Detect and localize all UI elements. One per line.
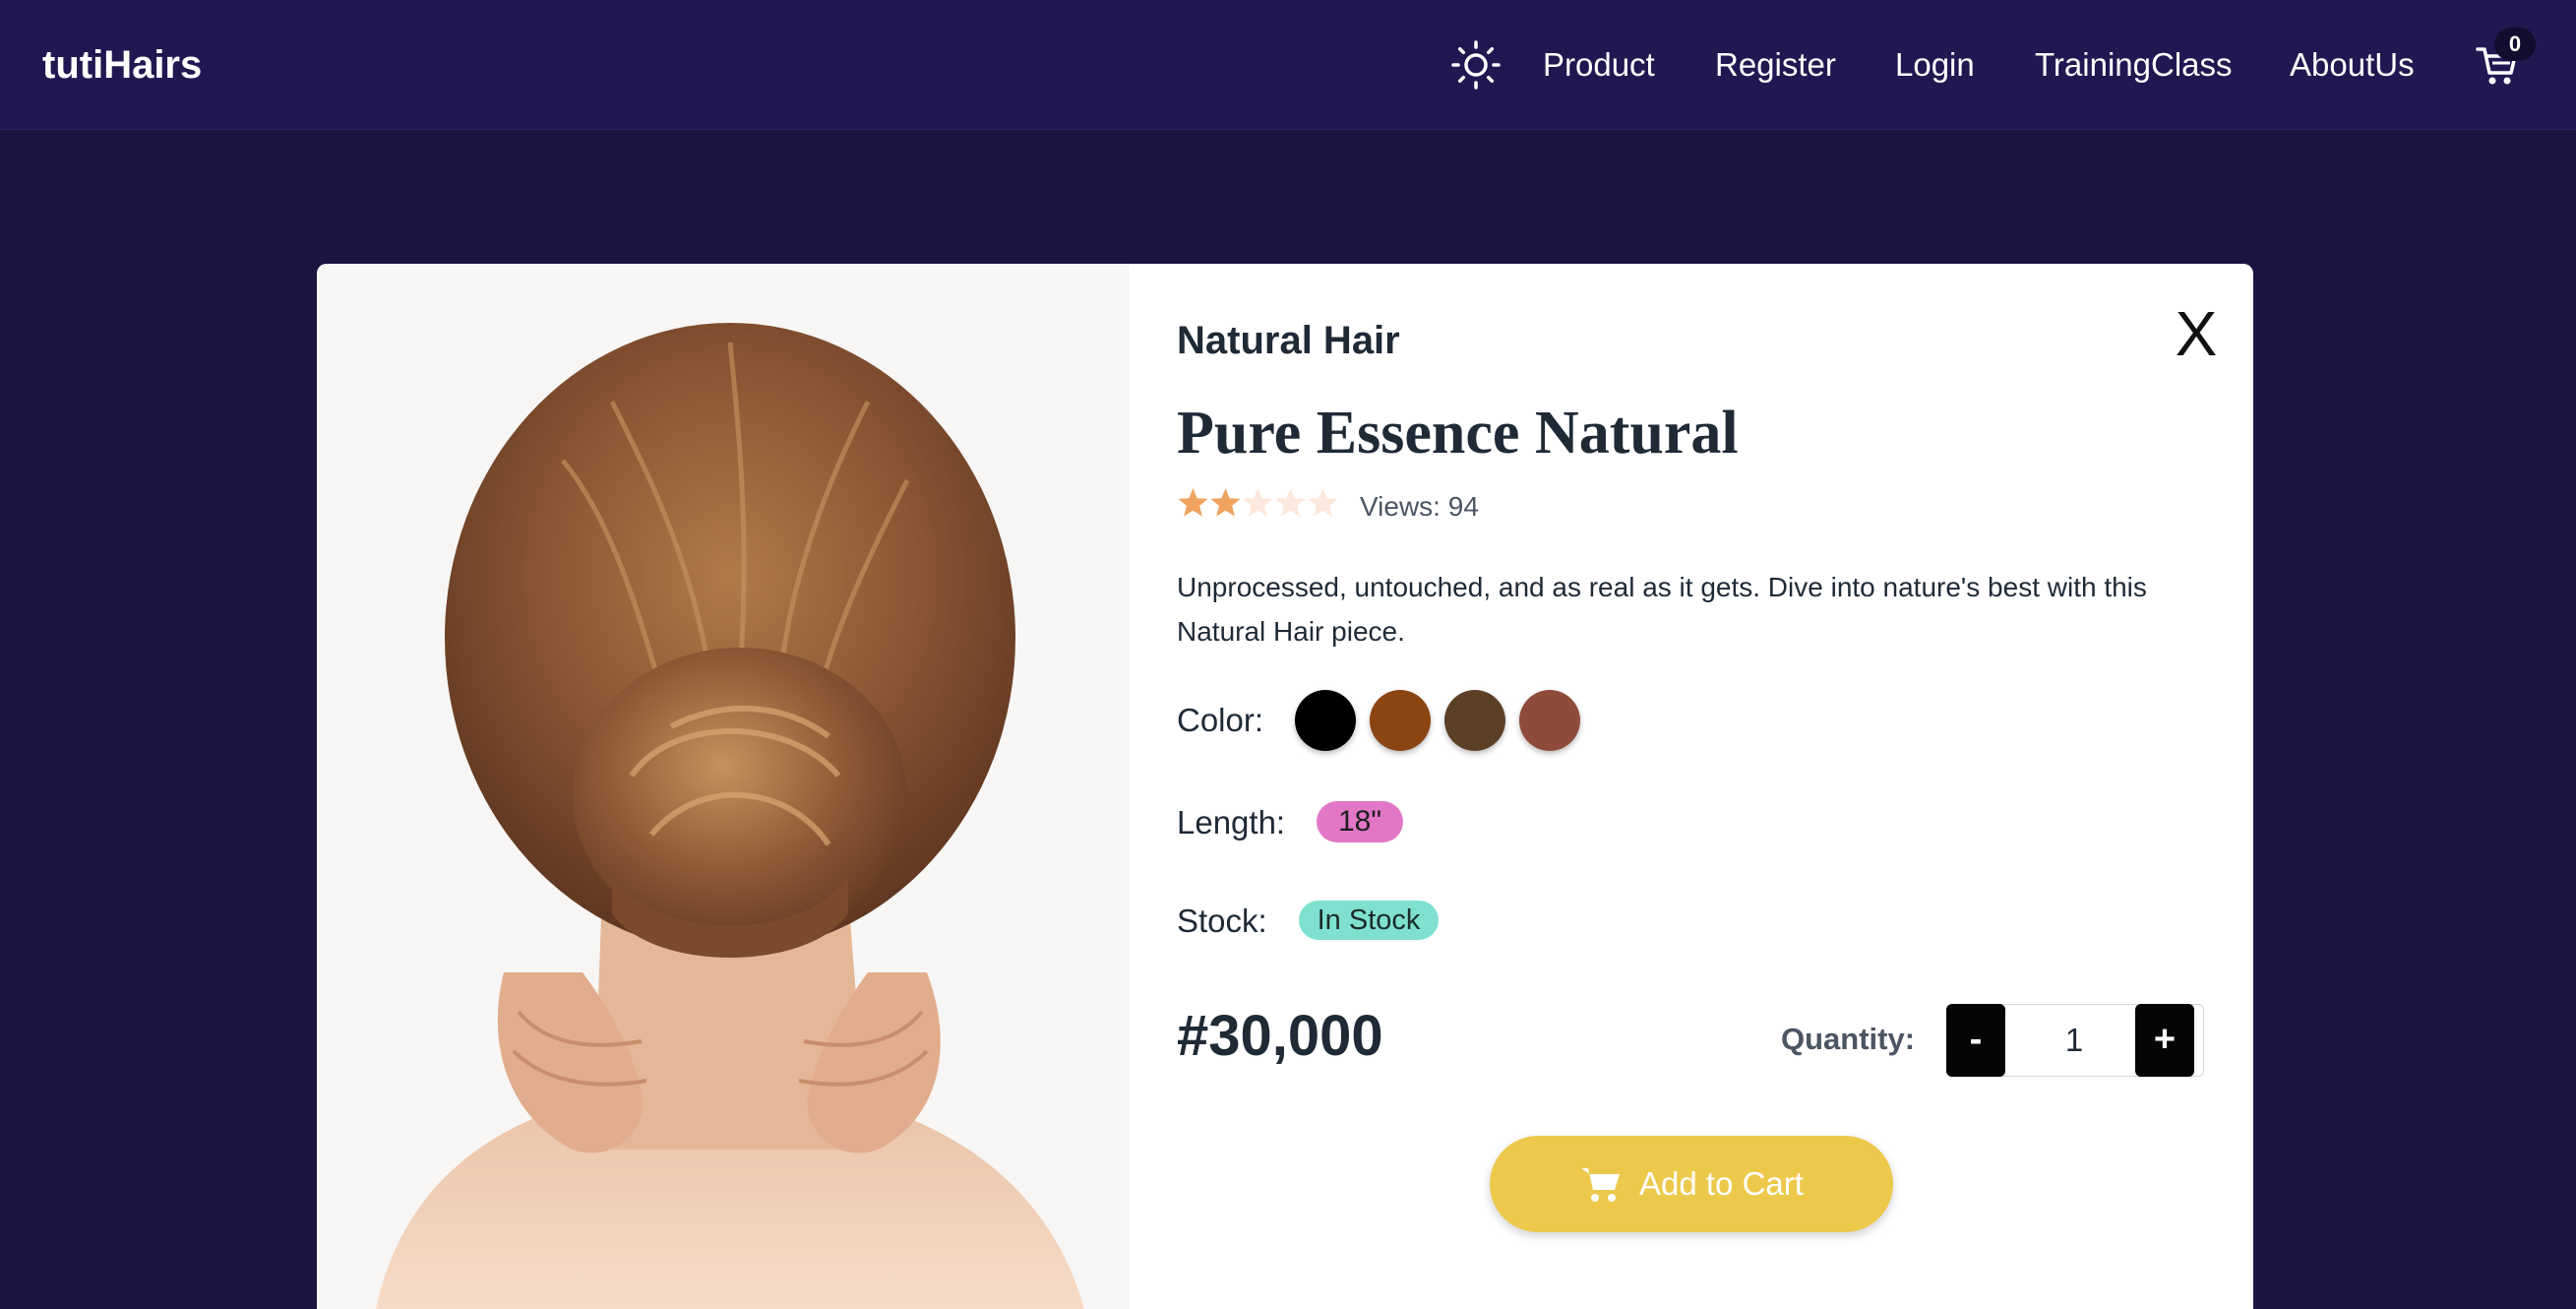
cart-icon (1581, 1168, 1620, 1202)
quantity-decrease-button[interactable]: - (1946, 1004, 2005, 1077)
star-filled-icon (1178, 488, 1208, 517)
product-description: Unprocessed, untouched, and as real as i… (1177, 572, 2147, 647)
close-button[interactable]: X (2167, 299, 2226, 368)
brand-logo[interactable]: tutiHairs (42, 41, 202, 89)
color-swatch-dark-brown[interactable] (1444, 690, 1505, 751)
color-label: Color: (1177, 702, 1264, 738)
quantity-increase-button[interactable]: + (2135, 1004, 2194, 1077)
quantity-input[interactable]: 1 (2006, 1005, 2142, 1076)
product-modal: Natural Hair X Pure Essence Natural View… (317, 264, 2253, 1309)
add-to-cart-label: Add to Cart (1639, 1165, 1804, 1202)
quantity-stepper: - 1 + (1946, 1004, 2204, 1077)
nav-link-product[interactable]: Product (1543, 41, 1655, 89)
star-rating (1177, 487, 1339, 527)
color-swatch-brown[interactable] (1370, 690, 1431, 751)
product-image (317, 264, 1130, 1309)
stock-status-badge: In Stock (1299, 901, 1439, 940)
star-empty-icon (1243, 488, 1273, 517)
nav-link-trainingclass[interactable]: TrainingClass (2035, 41, 2233, 89)
sun-icon[interactable] (1451, 40, 1501, 90)
add-to-cart-button[interactable]: Add to Cart (1490, 1136, 1893, 1232)
star-empty-icon (1308, 488, 1338, 517)
hair-bun-illustration (317, 264, 1130, 1309)
views-label: Views: (1360, 491, 1441, 522)
product-title: Pure Essence Natural (1177, 400, 1739, 467)
color-swatch-auburn[interactable] (1519, 690, 1580, 751)
cart-count-badge: 0 (2494, 28, 2536, 61)
color-swatch-black[interactable] (1295, 690, 1356, 751)
quantity-label: Quantity: (1781, 1022, 1916, 1056)
product-price: #30,000 (1177, 1004, 1383, 1068)
star-filled-icon (1210, 488, 1241, 517)
star-empty-icon (1275, 488, 1306, 517)
length-label: Length: (1177, 804, 1286, 841)
nav-link-login[interactable]: Login (1895, 41, 1975, 89)
stock-label: Stock: (1177, 903, 1267, 939)
views-count: Views: 94 (1360, 488, 1479, 526)
length-option-18[interactable]: 18" (1317, 801, 1403, 842)
nav-link-register[interactable]: Register (1715, 41, 1836, 89)
views-value: 94 (1447, 491, 1479, 522)
product-category: Natural Hair (1177, 319, 1400, 362)
nav-link-aboutus[interactable]: AboutUs (2290, 41, 2415, 89)
navbar: tutiHairs Product Register Login Trainin… (0, 0, 2576, 130)
